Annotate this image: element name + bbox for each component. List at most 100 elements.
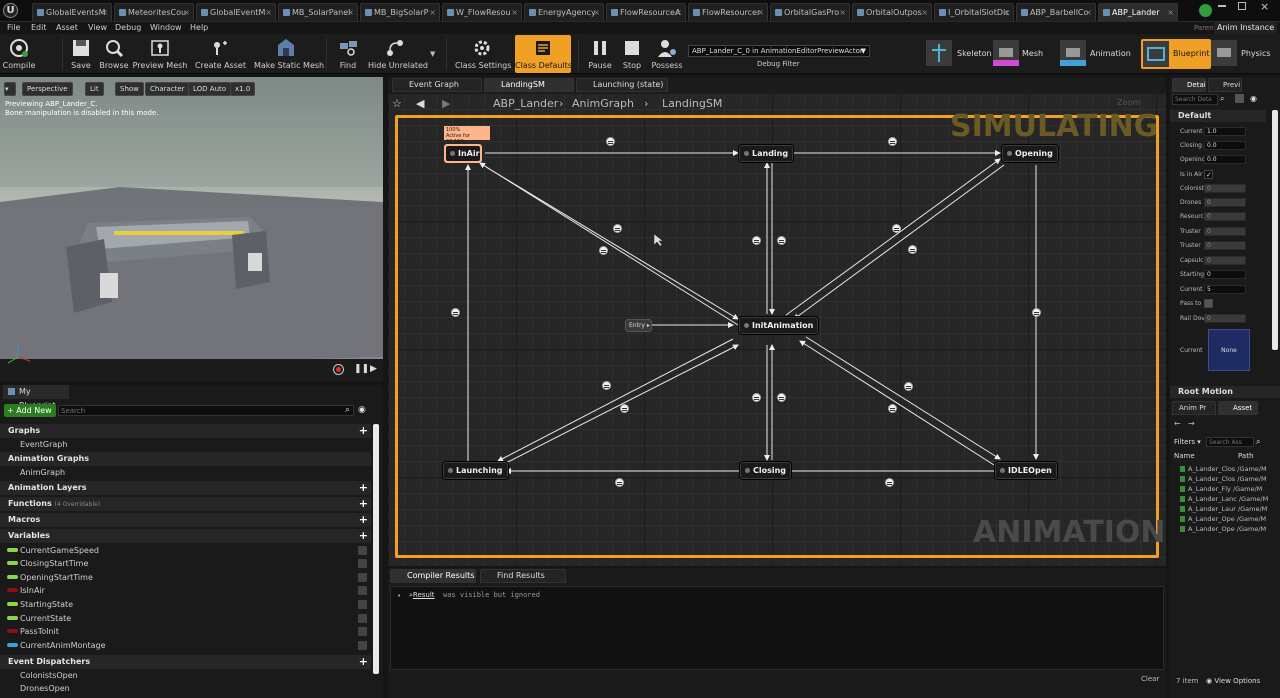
root-motion-header[interactable]: Root Motion: [1170, 386, 1280, 398]
default-category-header[interactable]: Default: [1170, 110, 1266, 122]
doc-tab[interactable]: MeteoritesCou ×: [114, 3, 194, 21]
close-icon[interactable]: ×: [1167, 4, 1174, 21]
path-column-header[interactable]: Path: [1238, 452, 1253, 460]
preview-mesh-button[interactable]: Preview Mesh: [132, 35, 188, 73]
doc-tab[interactable]: MB_SolarPanel ×: [278, 3, 358, 21]
eye-icon[interactable]: ◉: [358, 405, 366, 415]
asset-row[interactable]: A_Lander_Laur /Game/M: [1180, 504, 1276, 514]
play-icon[interactable]: ▶: [370, 364, 377, 374]
close-icon[interactable]: ×: [429, 4, 436, 21]
possess-button[interactable]: Possess: [650, 35, 684, 73]
find-button[interactable]: Find: [334, 35, 362, 73]
eye-icon[interactable]: [358, 614, 367, 623]
transition-rule-icon[interactable]: [615, 478, 624, 487]
compile-button[interactable]: Compile: [2, 35, 36, 73]
property-value-input[interactable]: 0.0: [1204, 155, 1246, 164]
variable-row[interactable]: IsInAir: [0, 584, 371, 597]
transition-rule-icon[interactable]: [752, 236, 761, 245]
property-value-input[interactable]: 5: [1204, 285, 1246, 294]
menu-asset[interactable]: Asset: [56, 22, 78, 34]
variable-row[interactable]: CurrentState: [0, 612, 371, 625]
doc-tab[interactable]: W_FlowResou ×: [442, 3, 522, 21]
transition-rule-icon[interactable]: [599, 246, 608, 255]
graphs-section-header[interactable]: Graphs +: [0, 424, 371, 438]
doc-tab[interactable]: OrbitalOutpos ×: [852, 3, 932, 21]
close-icon[interactable]: ×: [675, 4, 682, 21]
character-button[interactable]: Character: [145, 82, 190, 96]
lit-button[interactable]: Lit: [85, 82, 104, 96]
transition-rule-icon[interactable]: [888, 137, 897, 146]
class-settings-button[interactable]: Class Settings: [455, 35, 511, 73]
transition-rule-icon[interactable]: [620, 404, 629, 413]
filters-button[interactable]: Filters ▾: [1174, 438, 1201, 446]
name-column-header[interactable]: Name: [1174, 452, 1195, 460]
menu-file[interactable]: File: [7, 22, 20, 34]
transition-rule-icon[interactable]: [1032, 308, 1041, 317]
animation-mode-button[interactable]: [1060, 40, 1086, 66]
close-icon[interactable]: ×: [183, 4, 190, 21]
window-close-icon[interactable]: ×: [1260, 0, 1269, 13]
asset-row[interactable]: A_Lander_Clos /Game/M: [1180, 464, 1276, 474]
doc-tab-active[interactable]: ABP_Lander ×: [1098, 3, 1178, 21]
variables-section-header[interactable]: Variables +: [0, 529, 371, 543]
transition-rule-icon[interactable]: [602, 381, 611, 390]
parent-class-value[interactable]: Anim Instance: [1214, 22, 1278, 34]
doc-tab[interactable]: GlobalEventM ×: [196, 3, 276, 21]
transition-rule-icon[interactable]: [451, 308, 460, 317]
state-machine-graph[interactable]: ☆ ◀ ▶ ABP_Lander › AnimGraph › LandingSM…: [388, 93, 1166, 566]
variable-row[interactable]: CurrentGameSpeed: [0, 544, 371, 557]
close-icon[interactable]: ×: [1003, 4, 1010, 21]
transition-rule-icon[interactable]: [892, 224, 901, 233]
variable-row[interactable]: StartingState: [0, 598, 371, 611]
init-animation-state-node[interactable]: InitAnimation: [739, 317, 819, 334]
property-value-input[interactable]: 0: [1204, 270, 1246, 279]
variable-row[interactable]: PassToInit: [0, 625, 371, 638]
add-macro-icon[interactable]: +: [359, 513, 368, 527]
skeleton-mode-button[interactable]: [926, 40, 952, 66]
doc-tab[interactable]: OrbitalGasPro ×: [770, 3, 850, 21]
transition-rule-icon[interactable]: [908, 245, 917, 254]
stop-button[interactable]: Stop: [618, 35, 646, 73]
minimize-icon[interactable]: [1218, 5, 1226, 7]
eye-icon[interactable]: [358, 641, 367, 650]
browse-button[interactable]: Browse: [98, 35, 130, 73]
tab-event-graph[interactable]: Event Graph: [392, 78, 482, 92]
opening-state-node[interactable]: Opening: [1002, 145, 1058, 162]
asset-search-input[interactable]: [1206, 437, 1254, 447]
blueprint-mode-button[interactable]: Blueprint: [1141, 39, 1211, 69]
launching-state-node[interactable]: Launching: [443, 462, 508, 479]
make-static-mesh-button[interactable]: Make Static Mesh: [254, 35, 324, 73]
create-asset-button[interactable]: Create Asset: [195, 35, 246, 73]
pause-button[interactable]: Pause: [586, 35, 614, 73]
add-function-icon[interactable]: +: [359, 497, 368, 511]
close-icon[interactable]: ×: [921, 4, 928, 21]
dispatcher-row[interactable]: ColonistsOpen: [0, 669, 371, 682]
doc-tab[interactable]: I_OrbitalSlotDic ×: [934, 3, 1014, 21]
preview-viewport[interactable]: ▾ Perspective Lit Show Character LOD Aut…: [0, 77, 383, 381]
doc-tab[interactable]: FlowResourcer ×: [688, 3, 768, 21]
doc-tab[interactable]: MB_BigSolarP ×: [360, 3, 440, 21]
view-options-button[interactable]: ◉ View Options: [1206, 677, 1260, 685]
transition-rule-icon[interactable]: [606, 137, 615, 146]
scrollbar[interactable]: [1272, 110, 1278, 350]
close-icon[interactable]: ×: [265, 4, 272, 21]
transition-rule-icon[interactable]: [613, 224, 622, 233]
landing-state-node[interactable]: Landing: [739, 145, 794, 162]
add-graph-icon[interactable]: +: [359, 424, 368, 438]
class-defaults-button[interactable]: Class Defaults: [515, 35, 572, 73]
doc-tab[interactable]: EnergyAgency ×: [524, 3, 604, 21]
close-icon[interactable]: ×: [839, 4, 846, 21]
my-blueprint-tab[interactable]: My Blueprint: [3, 385, 69, 410]
source-control-icon[interactable]: [1199, 4, 1212, 17]
transition-rule-icon[interactable]: [777, 393, 786, 402]
add-dispatcher-icon[interactable]: +: [359, 655, 368, 669]
debug-object-select[interactable]: ABP_Lander_C_0 in AnimationEditorPreview…: [688, 45, 870, 57]
macros-section-header[interactable]: Macros +: [0, 513, 371, 527]
closing-state-node[interactable]: Closing: [740, 462, 792, 479]
maximize-icon[interactable]: [1238, 2, 1246, 10]
menu-help[interactable]: Help: [190, 22, 208, 34]
doc-tab[interactable]: FlowResourceA ×: [606, 3, 686, 21]
tab-preview[interactable]: Previ: [1208, 78, 1242, 92]
add-variable-icon[interactable]: +: [359, 529, 368, 543]
save-button[interactable]: Save: [66, 35, 96, 73]
